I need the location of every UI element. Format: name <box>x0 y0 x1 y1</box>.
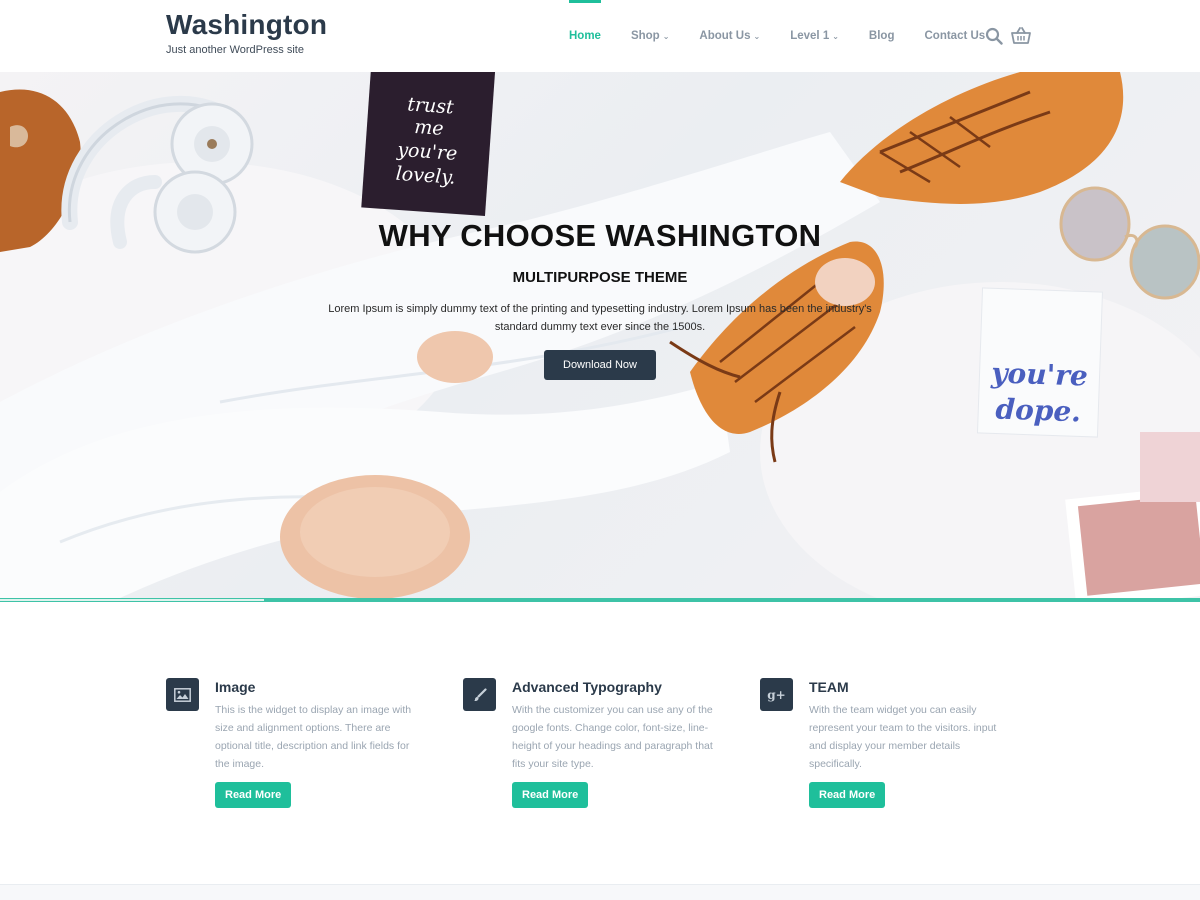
site-header: Washington Just another WordPress site H… <box>0 0 1200 72</box>
feature-text: This is the widget to display an image w… <box>215 704 412 770</box>
hero-description: Lorem Ipsum is simply dummy text of the … <box>328 303 872 333</box>
note-card-lovely: trust me you're lovely. <box>361 72 496 217</box>
read-more-button[interactable]: Read More <box>215 782 292 808</box>
nav-label: Level 1 <box>790 30 830 42</box>
hero-subtitle: MULTIPURPOSE THEME <box>512 269 688 286</box>
svg-text:you're: you're <box>396 139 458 165</box>
nav-item-shop[interactable]: Shop ⌄ <box>631 0 669 72</box>
note-card-dope: you're dope. <box>976 287 1103 438</box>
brush-icon <box>463 678 496 711</box>
svg-text:me: me <box>414 116 445 140</box>
nav-label: Contact Us <box>924 30 986 42</box>
brand[interactable]: Washington Just another WordPress site <box>166 9 327 57</box>
feature-text: With the team widget you can easily repr… <box>809 704 997 770</box>
nav-item-contact-us[interactable]: Contact Us <box>924 0 985 72</box>
cart-icon[interactable] <box>1011 27 1031 45</box>
google-plus-glyph: g+ <box>767 687 786 702</box>
nav-label: Home <box>569 30 601 42</box>
chevron-down-icon: ⌄ <box>662 31 670 41</box>
feature-title: TEAM <box>809 679 849 695</box>
slider-progress-fill <box>0 599 264 601</box>
feature-title: Image <box>215 679 256 695</box>
search-icon[interactable] <box>985 27 1003 45</box>
chevron-down-icon: ⌄ <box>832 31 839 41</box>
image-icon <box>166 678 199 711</box>
site-title[interactable]: Washington <box>166 9 327 41</box>
nav-label: Shop <box>630 30 660 42</box>
download-now-button[interactable]: Download Now <box>544 350 656 380</box>
hero-content: WHY CHOOSE WASHINGTON MULTIPURPOSE THEME… <box>300 218 900 380</box>
nav-item-level-1[interactable]: Level 1 ⌄ <box>790 0 839 72</box>
read-more-button[interactable]: Read More <box>809 782 886 808</box>
feature-text: With the customizer you can use any of t… <box>512 704 713 770</box>
nav-item-about-us[interactable]: About Us ⌄ <box>699 0 760 72</box>
site-tagline: Just another WordPress site <box>166 44 304 56</box>
read-more-button[interactable]: Read More <box>512 782 589 808</box>
features-section: Image This is the widget to display an i… <box>0 602 1200 884</box>
google-plus-icon: g+ <box>760 678 793 711</box>
hero-slider: trust me you're lovely. you're dope. WHY… <box>0 72 1200 598</box>
svg-text:trust: trust <box>407 93 455 118</box>
svg-text:you're: you're <box>990 356 1089 392</box>
nav-item-home[interactable]: Home <box>569 0 601 72</box>
nav-label: Blog <box>868 30 895 42</box>
main-nav: Home Shop ⌄ About Us ⌄ Level 1 ⌄ Blog Conta… <box>569 0 1015 72</box>
sunglasses-illustration <box>1059 186 1200 300</box>
feature-title: Advanced Typography <box>512 679 662 695</box>
chevron-down-icon: ⌄ <box>753 31 761 41</box>
footer-divider <box>0 884 1200 900</box>
svg-text:dope.: dope. <box>995 392 1082 428</box>
nav-label: About Us <box>699 30 751 42</box>
hero-title: WHY CHOOSE WASHINGTON <box>378 218 822 253</box>
nav-item-blog[interactable]: Blog <box>869 0 895 72</box>
svg-text:lovely.: lovely. <box>395 163 456 189</box>
